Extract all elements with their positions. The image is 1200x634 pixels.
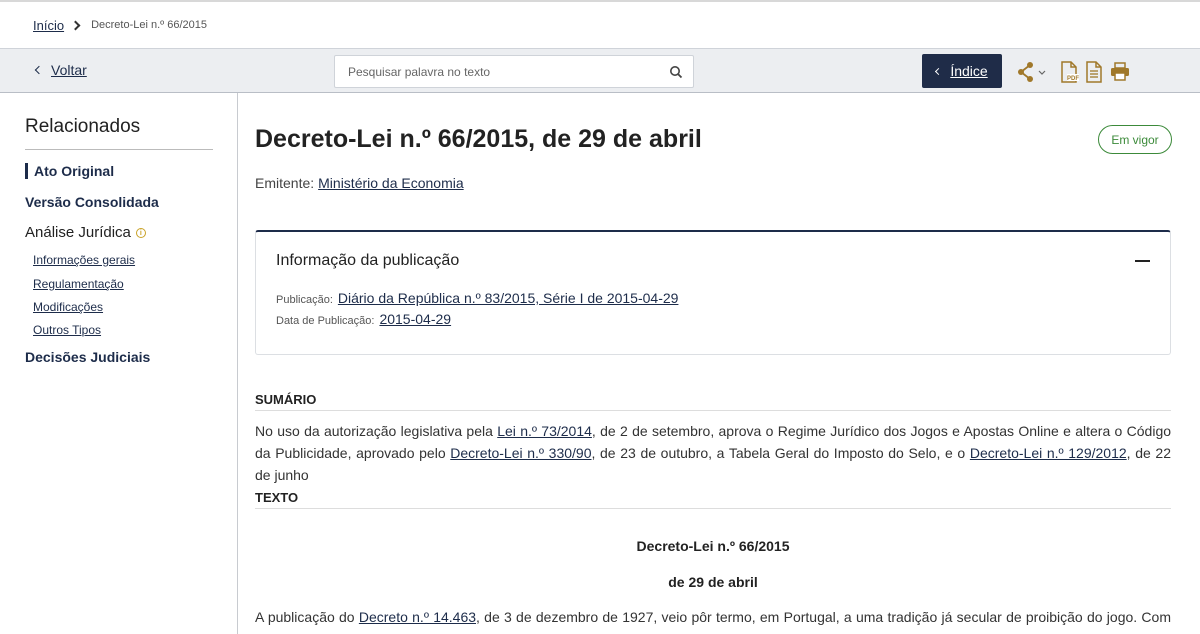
sidebar-item-label: Análise Jurídica xyxy=(25,224,131,241)
sumario-text-part: , de 23 de outubro, a Tabela Geral do Im… xyxy=(591,445,970,461)
sidebar-subitem-regulamentacao[interactable]: Regulamentação xyxy=(33,277,124,291)
chevron-left-icon xyxy=(34,65,44,75)
publication-date-link[interactable]: 2015-04-29 xyxy=(379,311,451,327)
emitente-label: Emitente: xyxy=(255,175,315,191)
index-label: Índice xyxy=(950,63,988,79)
back-button[interactable]: Voltar xyxy=(34,62,87,78)
sidebar-item-ato-original[interactable]: Ato Original xyxy=(25,163,114,179)
publication-date-row: Data de Publicação: 2015-04-29 xyxy=(276,311,451,327)
chevron-left-icon xyxy=(935,67,943,75)
print-icon[interactable] xyxy=(1109,61,1131,83)
decreto-14463-link[interactable]: Decreto n.º 14.463 xyxy=(359,609,476,625)
sidebar: Relacionados Ato Original Versão Consoli… xyxy=(0,93,238,634)
search-icon[interactable] xyxy=(669,65,683,79)
document-main: Decreto-Lei n.º 66/2015, de 29 de abril … xyxy=(255,93,1172,634)
document-icon[interactable] xyxy=(1083,61,1105,83)
sidebar-divider xyxy=(25,149,213,150)
back-label: Voltar xyxy=(51,62,87,78)
publication-row: Publicação: Diário da República n.º 83/2… xyxy=(276,290,678,306)
sumario-text: No uso da autorização legislativa pela L… xyxy=(255,420,1171,486)
index-button[interactable]: Índice xyxy=(922,54,1002,88)
texto-date: de 29 de abril xyxy=(668,574,758,590)
search-box xyxy=(334,55,694,88)
pdf-icon[interactable]: PDF xyxy=(1058,61,1080,83)
intro-paragraph: A publicação do Decreto n.º 14.463, de 3… xyxy=(255,606,1171,634)
sidebar-subitem-informacoes-gerais[interactable]: Informações gerais xyxy=(33,253,135,267)
emitente-link[interactable]: Ministério da Economia xyxy=(318,175,464,191)
sidebar-item-decisoes-judiciais[interactable]: Decisões Judiciais xyxy=(25,349,150,365)
sidebar-item-versao-consolidada[interactable]: Versão Consolidada xyxy=(25,194,159,210)
texto-heading: TEXTO xyxy=(255,490,1171,509)
decreto-lei-330-90-link[interactable]: Decreto-Lei n.º 330/90 xyxy=(450,445,591,461)
chevron-right-icon xyxy=(70,20,81,30)
publication-card: Informação da publicação Publicação: Diá… xyxy=(255,230,1171,355)
emitente: Emitente: Ministério da Economia xyxy=(255,175,464,191)
page-title: Decreto-Lei n.º 66/2015, de 29 de abril xyxy=(255,125,702,153)
sidebar-item-analise-juridica[interactable]: Análise Jurídica i xyxy=(25,224,146,241)
intro-text-part: A publicação do xyxy=(255,609,359,625)
sumario-heading: SUMÁRIO xyxy=(255,392,1171,411)
status-badge: Em vigor xyxy=(1098,125,1172,154)
sidebar-title: Relacionados xyxy=(25,116,141,137)
decreto-lei-129-2012-link[interactable]: Decreto-Lei n.º 129/2012 xyxy=(970,445,1127,461)
toolbar: Voltar Índice PDF xyxy=(0,48,1200,93)
info-icon[interactable]: i xyxy=(135,228,146,239)
publication-date-label: Data de Publicação: xyxy=(276,315,375,327)
sidebar-subitem-outros-tipos[interactable]: Outros Tipos xyxy=(33,323,101,337)
share-icon[interactable] xyxy=(1016,61,1048,83)
collapse-icon[interactable] xyxy=(1135,260,1150,262)
breadcrumb-home-link[interactable]: Início xyxy=(33,18,64,33)
publication-link[interactable]: Diário da República n.º 83/2015, Série I… xyxy=(338,290,679,306)
sidebar-subitem-modificacoes[interactable]: Modificações xyxy=(33,300,103,314)
search-input[interactable] xyxy=(348,56,658,87)
texto-title: Decreto-Lei n.º 66/2015 xyxy=(636,538,790,554)
sumario-text-part: No uso da autorização legislativa pela xyxy=(255,423,498,439)
breadcrumb: Início Decreto-Lei n.º 66/2015 xyxy=(33,16,207,34)
svg-text:PDF: PDF xyxy=(1067,76,1079,82)
lei-73-2014-link[interactable]: Lei n.º 73/2014 xyxy=(497,423,592,439)
publication-heading: Informação da publicação xyxy=(276,252,460,269)
top-border xyxy=(0,0,1200,2)
breadcrumb-current: Decreto-Lei n.º 66/2015 xyxy=(91,19,208,31)
publication-label: Publicação: xyxy=(276,294,333,306)
